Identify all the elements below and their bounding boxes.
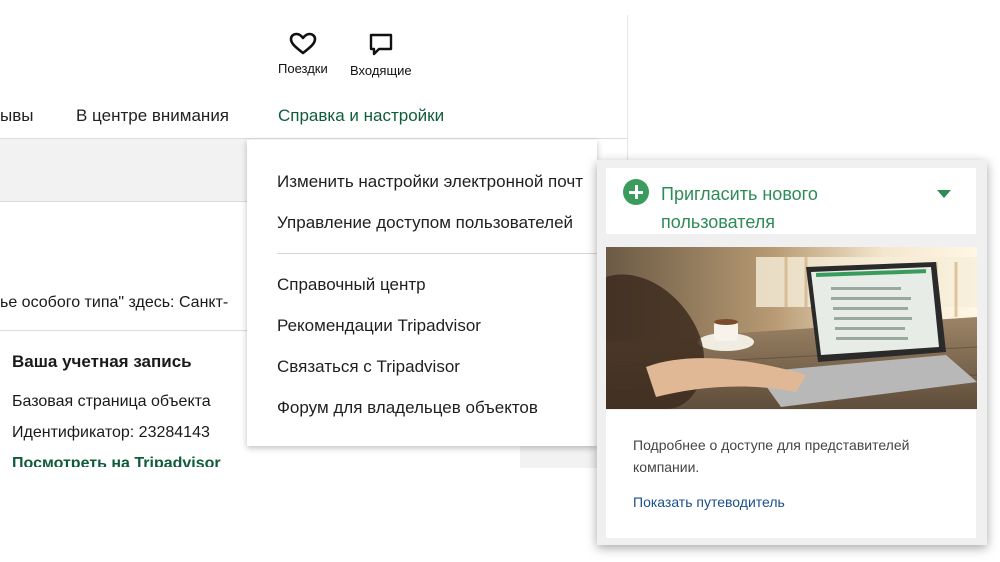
menu-item-help-center[interactable]: Справочный центр — [277, 275, 426, 295]
help-settings-menu: Изменить настройки электронной почт Упра… — [247, 140, 597, 446]
invite-description: Подробнее о доступе для представителей к… — [633, 437, 910, 475]
menu-item-user-access[interactable]: Управление доступом пользователей — [277, 213, 573, 233]
invite-user-title: Пригласить нового пользователя — [661, 184, 818, 232]
invite-user-card: Пригласить нового пользователя Подробнее… — [597, 160, 987, 545]
content-divider — [0, 330, 250, 331]
heart-icon — [288, 32, 318, 61]
plus-circle-icon — [623, 179, 649, 205]
inbox-label: Входящие — [350, 63, 412, 78]
inbox-button[interactable]: Входящие — [350, 32, 412, 78]
view-on-tripadvisor-link[interactable]: Посмотреть на Tripadvisor — [12, 455, 221, 467]
account-title: Ваша учетная запись — [12, 352, 192, 371]
speech-bubble-icon — [366, 32, 396, 63]
account-id: Идентификатор: 23284143 — [12, 424, 210, 441]
trips-button[interactable]: Поездки — [278, 32, 328, 76]
laptop-photo — [606, 247, 977, 409]
trips-label: Поездки — [278, 61, 328, 76]
account-page-type: Базовая страница объекта — [12, 393, 211, 410]
nav-help-settings[interactable]: Справка и настройки — [278, 106, 444, 126]
nav-reviews[interactable]: ывы — [0, 106, 33, 126]
column-divider — [627, 15, 628, 160]
caret-down-icon[interactable] — [937, 190, 951, 198]
invite-card-body: Подробнее о доступе для представителей к… — [606, 410, 976, 538]
menu-item-contact[interactable]: Связаться с Tripadvisor — [277, 357, 460, 377]
menu-item-owners-forum[interactable]: Форум для владельцев объектов — [277, 398, 538, 418]
menu-separator — [277, 253, 597, 254]
menu-item-email-settings[interactable]: Изменить настройки электронной почт — [277, 172, 583, 192]
show-guide-link[interactable]: Показать путеводитель — [633, 494, 785, 510]
nav-highlights[interactable]: В центре внимания — [76, 106, 229, 126]
menu-item-recommendations[interactable]: Рекомендации Tripadvisor — [277, 316, 481, 336]
account-side-panel — [520, 446, 600, 468]
invite-user-toggle[interactable]: Пригласить нового пользователя — [606, 168, 976, 234]
content-band — [0, 139, 250, 202]
clipped-text: ье особого типа" здесь: Санкт- — [0, 294, 229, 311]
